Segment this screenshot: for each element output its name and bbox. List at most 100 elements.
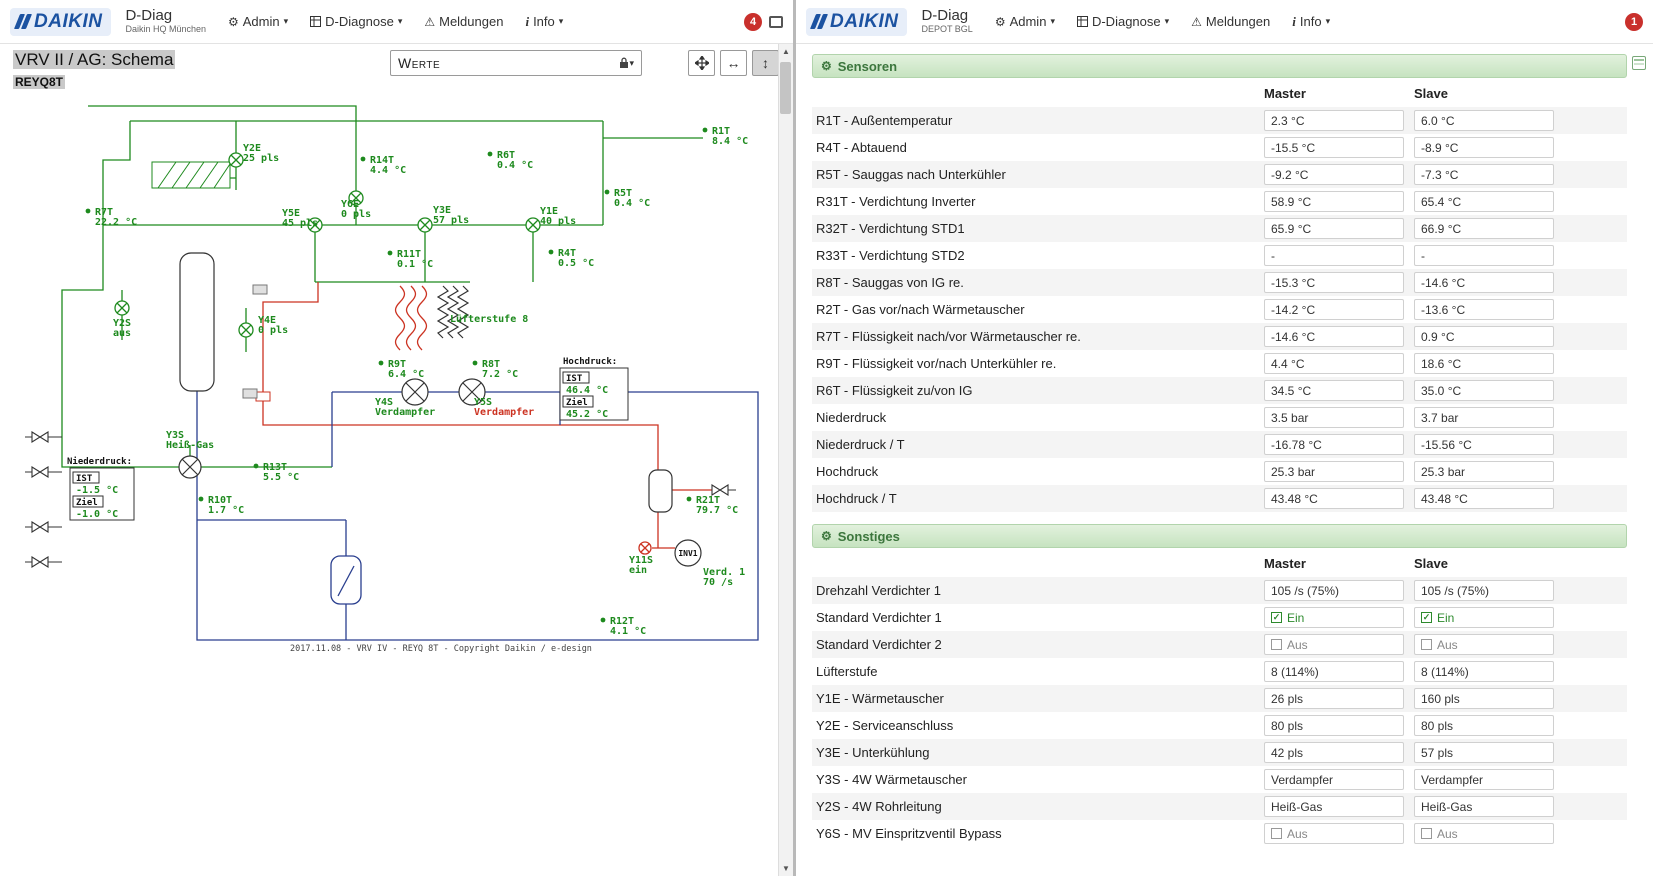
fit-height-button[interactable]: ↕ bbox=[752, 50, 779, 76]
checkbox-icon[interactable] bbox=[1271, 639, 1282, 650]
daikin-logo[interactable]: DAIKIN bbox=[806, 8, 907, 36]
value-cell: Heiß-Gas bbox=[1414, 796, 1564, 817]
value-box: -15.5 °C bbox=[1264, 137, 1404, 158]
value-box: -15.3 °C bbox=[1264, 272, 1404, 293]
chevron-down-icon: ▾ bbox=[284, 16, 289, 27]
window-icon[interactable] bbox=[769, 16, 783, 28]
row-label: Niederdruck / T bbox=[812, 437, 1264, 452]
grid-icon bbox=[1077, 16, 1088, 27]
value-box: 4.4 °C bbox=[1264, 353, 1404, 374]
checkbox-icon[interactable] bbox=[1421, 828, 1432, 839]
nav-meldungen[interactable]: ⚠ Meldungen bbox=[1191, 14, 1270, 30]
value-box: 3.5 bar bbox=[1264, 407, 1404, 428]
row-label: Niederdruck bbox=[812, 410, 1264, 425]
table-row: R9T - Flüssigkeit vor/nach Unterkühler r… bbox=[812, 350, 1627, 377]
table-header-row: MasterSlave bbox=[812, 550, 1627, 577]
chevron-down-icon: ▾ bbox=[629, 58, 634, 69]
nav-label: Admin bbox=[1010, 14, 1047, 29]
sensor-dot bbox=[488, 152, 493, 157]
value-cell: 57 pls bbox=[1414, 742, 1564, 763]
value-cell: 80 pls bbox=[1264, 715, 1414, 736]
svg-text:-1.0 °C: -1.0 °C bbox=[76, 509, 118, 520]
nav-d-diagnose[interactable]: D-Diagnose ▾ bbox=[310, 14, 402, 30]
row-label: Lüfterstufe bbox=[812, 664, 1264, 679]
schema-content: VRV II / AG: Schema REYQ8T Werte ▾ ↔ ↕ bbox=[0, 44, 793, 876]
sensor-dot bbox=[601, 618, 606, 623]
table-row: Hochdruck25.3 bar25.3 bar bbox=[812, 458, 1627, 485]
sensor-dot bbox=[388, 251, 393, 256]
row-label: R8T - Sauggas von IG re. bbox=[812, 275, 1264, 290]
nav-meldungen[interactable]: ⚠ Meldungen bbox=[424, 14, 503, 30]
checkbox-icon[interactable] bbox=[1271, 828, 1282, 839]
value-box: Aus bbox=[1264, 823, 1404, 844]
value-box: 34.5 °C bbox=[1264, 380, 1404, 401]
notification-badge[interactable]: 1 bbox=[1625, 13, 1643, 31]
nav-admin[interactable]: ⚙ Admin ▾ bbox=[995, 14, 1055, 30]
table-view-icon[interactable] bbox=[1632, 56, 1646, 70]
left-panel: DAIKIN D-Diag Daikin HQ München ⚙ Admin … bbox=[0, 0, 796, 876]
notification-badge[interactable]: 4 bbox=[744, 13, 762, 31]
value-box: 8 (114%) bbox=[1264, 661, 1404, 682]
value-box: ✓ Ein bbox=[1414, 607, 1554, 628]
accumulator-vessel bbox=[180, 253, 214, 391]
diagram-label: Lüfterstufe 8 bbox=[450, 314, 528, 325]
value-cell: -9.2 °C bbox=[1264, 164, 1414, 185]
sensor-dot bbox=[549, 250, 554, 255]
scrollbar-thumb[interactable] bbox=[780, 62, 791, 114]
checkbox-icon[interactable]: ✓ bbox=[1271, 612, 1282, 623]
table-row: Y2S - 4W RohrleitungHeiß-GasHeiß-Gas bbox=[812, 793, 1627, 820]
value-cell: Aus bbox=[1264, 634, 1414, 655]
value-cell: 66.9 °C bbox=[1414, 218, 1564, 239]
value-box: Aus bbox=[1414, 823, 1554, 844]
value-cell: -16.78 °C bbox=[1264, 434, 1414, 455]
sensor-dot bbox=[473, 361, 478, 366]
nav-info[interactable]: i Info ▾ bbox=[1292, 14, 1330, 30]
diagram-value: 0.4 °C bbox=[614, 198, 650, 209]
row-label: R4T - Abtauend bbox=[812, 140, 1264, 155]
lock-icon bbox=[619, 57, 629, 69]
pan-button[interactable] bbox=[688, 50, 715, 76]
table: MasterSlaveDrehzahl Verdichter 1105 /s (… bbox=[812, 548, 1627, 847]
svg-text:Ziel: Ziel bbox=[566, 397, 588, 408]
value-box: Aus bbox=[1264, 634, 1404, 655]
left-header-right: 4 bbox=[744, 13, 783, 31]
column-header: Slave bbox=[1414, 556, 1564, 571]
daikin-logo[interactable]: DAIKIN bbox=[10, 8, 111, 36]
value-cell: - bbox=[1414, 245, 1564, 266]
row-label: R9T - Flüssigkeit vor/nach Unterkühler r… bbox=[812, 356, 1264, 371]
gear-icon: ⚙ bbox=[821, 59, 832, 73]
value-cell: 0.9 °C bbox=[1414, 326, 1564, 347]
value-box: Verdampfer bbox=[1264, 769, 1404, 790]
chevron-down-icon: ▾ bbox=[1165, 16, 1170, 27]
vertical-scrollbar[interactable]: ▲ ▼ bbox=[778, 44, 793, 876]
value-cell: Aus bbox=[1414, 823, 1564, 844]
diagram-value: aus bbox=[113, 328, 131, 339]
row-label: R33T - Verdichtung STD2 bbox=[812, 248, 1264, 263]
checkbox-label: Ein bbox=[1437, 611, 1454, 625]
werte-select[interactable]: Werte ▾ bbox=[390, 50, 642, 76]
nav-admin[interactable]: ⚙ Admin ▾ bbox=[228, 14, 288, 30]
column-header: Master bbox=[1264, 556, 1414, 571]
value-box: -8.9 °C bbox=[1414, 137, 1554, 158]
table-header-row: MasterSlave bbox=[812, 80, 1627, 107]
value-cell: 18.6 °C bbox=[1414, 353, 1564, 374]
checkbox-icon[interactable] bbox=[1421, 639, 1432, 650]
nav-info[interactable]: i Info ▾ bbox=[525, 14, 563, 30]
value-box: 105 /s (75%) bbox=[1264, 580, 1404, 601]
fit-width-button[interactable]: ↔ bbox=[720, 50, 747, 76]
sensor-dot bbox=[379, 361, 384, 366]
checkbox-icon[interactable]: ✓ bbox=[1421, 612, 1432, 623]
value-cell: -15.3 °C bbox=[1264, 272, 1414, 293]
checkbox-label: Aus bbox=[1287, 827, 1308, 841]
value-box: 66.9 °C bbox=[1414, 218, 1554, 239]
vrv-schema-diagram[interactable]: INV1 Hochdruck: bbox=[0, 96, 779, 668]
value-cell: 26 pls bbox=[1264, 688, 1414, 709]
nav-d-diagnose[interactable]: D-Diagnose ▾ bbox=[1077, 14, 1169, 30]
value-cell: 105 /s (75%) bbox=[1414, 580, 1564, 601]
value-cell: 160 pls bbox=[1414, 688, 1564, 709]
table-row: Standard Verdichter 2AusAus bbox=[812, 631, 1627, 658]
scroll-down-icon[interactable]: ▼ bbox=[782, 864, 790, 873]
scroll-up-icon[interactable]: ▲ bbox=[782, 47, 790, 56]
table-row: R32T - Verdichtung STD165.9 °C66.9 °C bbox=[812, 215, 1627, 242]
table-row: Y3S - 4W WärmetauscherVerdampferVerdampf… bbox=[812, 766, 1627, 793]
